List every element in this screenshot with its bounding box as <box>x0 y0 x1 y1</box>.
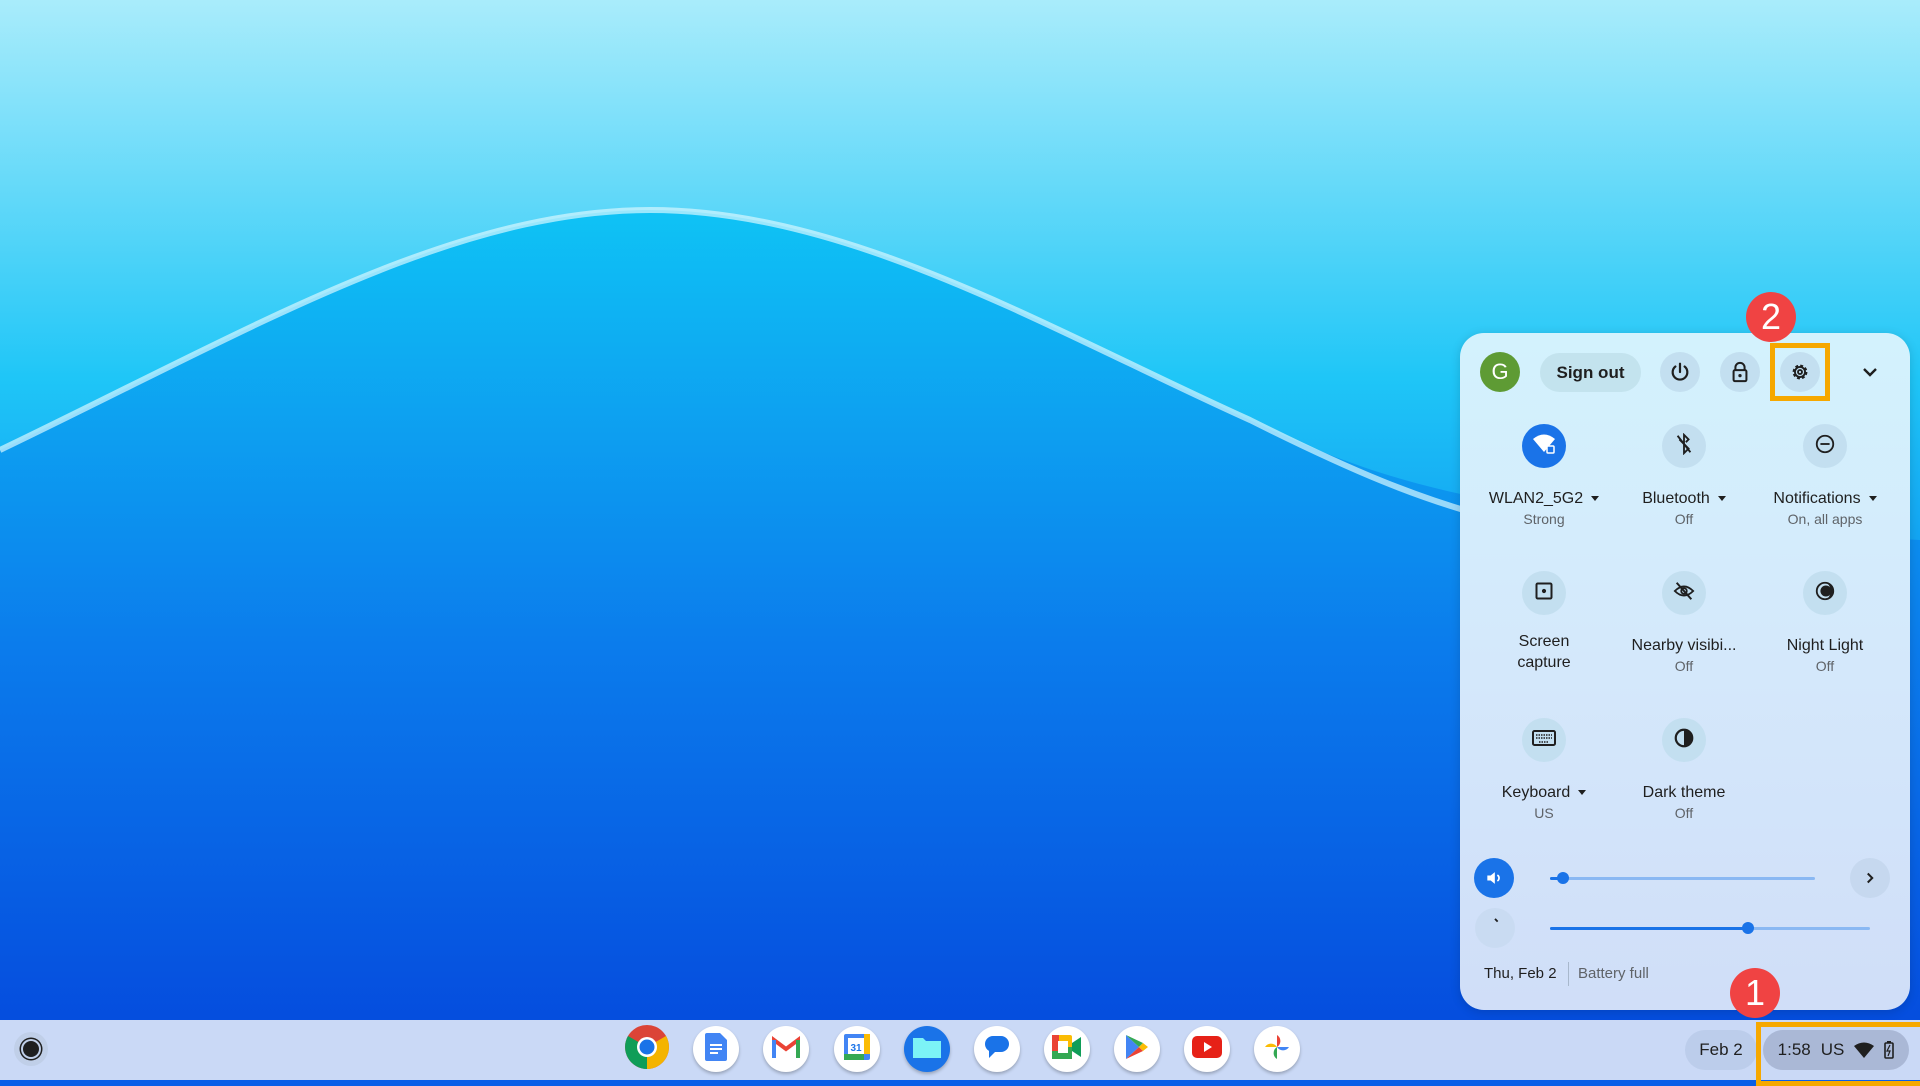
tile-label: Night Light <box>1786 637 1864 654</box>
shelf-app-chrome[interactable] <box>624 1024 670 1074</box>
shelf-app-gmail[interactable] <box>763 1026 809 1072</box>
tile-label: Notifications <box>1750 488 1900 509</box>
shelf-app-docs[interactable] <box>693 1026 739 1072</box>
files-icon <box>913 1036 941 1063</box>
tile-sublabel: Off <box>1815 658 1835 674</box>
dropdown-caret-icon[interactable] <box>1591 496 1600 502</box>
chevron-right-icon <box>1867 872 1874 884</box>
power-button[interactable] <box>1660 352 1700 392</box>
tile-sublabel: Strong <box>1523 511 1565 527</box>
bluetooth-off-icon <box>1674 432 1694 460</box>
tile-wlan2-5g2[interactable]: WLAN2_5G2 Strong <box>1469 424 1619 529</box>
status-area-highlight-box <box>1756 1022 1920 1086</box>
tile-screen-capture[interactable]: Screen capture <box>1469 571 1619 673</box>
tile-label: Screen capture <box>1517 633 1571 671</box>
do-not-disturb-icon <box>1814 433 1836 460</box>
night-light-icon <box>1814 580 1836 607</box>
settings-highlight-box <box>1770 343 1830 401</box>
lock-button[interactable] <box>1720 352 1760 392</box>
power-icon <box>1671 362 1689 381</box>
youtube-icon <box>1192 1035 1222 1063</box>
shelf-app-messages[interactable] <box>974 1026 1020 1072</box>
mute-button[interactable] <box>1474 858 1514 898</box>
dark-theme-icon <box>1673 727 1695 754</box>
tile-sublabel: Off <box>1674 805 1694 821</box>
tile-toggle-button[interactable] <box>1662 571 1706 615</box>
shelf-app-meet[interactable] <box>1044 1026 1090 1072</box>
avatar[interactable]: G <box>1480 352 1520 392</box>
tile-toggle-button[interactable] <box>1803 424 1847 468</box>
docs-icon <box>705 1032 727 1066</box>
brightness-icon-button <box>1475 908 1515 948</box>
tile-dark-theme[interactable]: Dark theme Off <box>1609 718 1759 823</box>
tile-toggle-button[interactable] <box>1522 718 1566 762</box>
screen-capture-icon <box>1534 581 1554 606</box>
audio-settings-button[interactable] <box>1850 858 1890 898</box>
volume-icon <box>1487 872 1500 884</box>
tile-toggle-button[interactable] <box>1522 571 1566 615</box>
visibility-off-icon <box>1672 580 1696 607</box>
tile-keyboard[interactable]: Keyboard US <box>1469 718 1619 823</box>
shelf <box>0 1020 1920 1080</box>
dropdown-caret-icon[interactable] <box>1578 790 1587 796</box>
chevron-down-icon <box>1863 368 1877 377</box>
tile-sublabel: Off <box>1674 658 1694 674</box>
tile-toggle-button[interactable] <box>1662 424 1706 468</box>
tile-sublabel: On, all apps <box>1787 511 1863 527</box>
gmail-icon <box>772 1035 800 1063</box>
chrome-icon <box>625 1024 669 1074</box>
tile-sublabel: Off <box>1674 511 1694 527</box>
tile-label: Bluetooth <box>1609 488 1759 509</box>
tile-label: Dark theme <box>1642 784 1726 801</box>
shelf-app-youtube[interactable] <box>1184 1026 1230 1072</box>
tile-toggle-button[interactable] <box>1803 571 1847 615</box>
volume-slider[interactable] <box>1550 877 1815 880</box>
wifi-lock-icon <box>1532 433 1556 460</box>
messages-icon <box>983 1034 1011 1065</box>
keyboard-icon <box>1532 729 1556 752</box>
launcher-button[interactable] <box>14 1032 48 1066</box>
brightness-slider-fill <box>1550 927 1749 930</box>
calendar-icon: 31 <box>844 1033 870 1065</box>
collapse-button[interactable] <box>1858 360 1882 384</box>
tile-label: Keyboard <box>1469 782 1619 803</box>
shelf-app-photos[interactable] <box>1254 1026 1300 1072</box>
date-label[interactable]: Thu, Feb 2 <box>1484 965 1557 982</box>
tile-night-light[interactable]: Night Light Off <box>1750 571 1900 676</box>
brightness-icon <box>1494 918 1499 923</box>
photos-icon <box>1263 1033 1291 1066</box>
dropdown-caret-icon[interactable] <box>1717 496 1726 502</box>
shelf-app-calendar[interactable]: 31 <box>834 1026 880 1072</box>
tile-toggle-button[interactable] <box>1662 718 1706 762</box>
tile-label: Nearby visibi... <box>1631 637 1737 654</box>
step-badge-1: 1 <box>1730 968 1780 1018</box>
tile-nearby-visibi[interactable]: Nearby visibi... Off <box>1609 571 1759 676</box>
launcher-icon <box>23 1041 39 1057</box>
tile-toggle-button[interactable] <box>1522 424 1566 468</box>
shelf-app-files[interactable] <box>904 1026 950 1072</box>
tile-bluetooth[interactable]: Bluetooth Off <box>1609 424 1759 529</box>
tile-sublabel: US <box>1534 805 1554 821</box>
battery-status: Battery full <box>1578 965 1649 982</box>
step-badge-2: 2 <box>1746 292 1796 342</box>
dropdown-caret-icon[interactable] <box>1868 496 1877 502</box>
lock-icon <box>1732 361 1748 383</box>
tile-notifications[interactable]: Notifications On, all apps <box>1750 424 1900 529</box>
date-pill-text: Feb 2 <box>1699 1040 1743 1059</box>
date-pill[interactable]: Feb 2 <box>1685 1030 1757 1070</box>
play-store-icon <box>1125 1034 1149 1065</box>
tile-label: WLAN2_5G2 <box>1469 488 1619 509</box>
sign-out-button[interactable]: Sign out <box>1540 353 1641 392</box>
shelf-app-play-store[interactable] <box>1114 1026 1160 1072</box>
meet-icon <box>1052 1034 1082 1064</box>
svg-text:31: 31 <box>850 1043 862 1054</box>
footer-divider <box>1568 962 1569 986</box>
